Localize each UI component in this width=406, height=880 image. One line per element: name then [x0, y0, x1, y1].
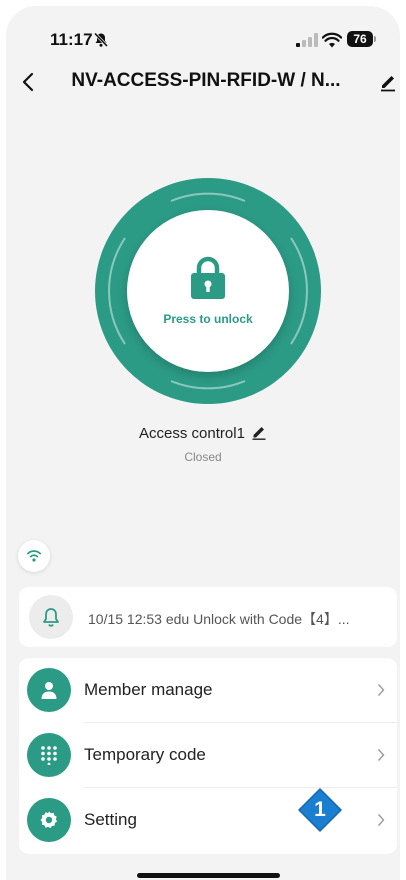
person-icon	[41, 682, 57, 699]
press-to-unlock-button[interactable]: Press to unlock	[127, 210, 289, 372]
device-name-row: Access control1	[6, 424, 400, 442]
step-number-badge: 1	[297, 787, 343, 833]
device-status: Closed	[184, 450, 222, 464]
page-title: NV-ACCESS-PIN-RFID-W / N...	[71, 70, 341, 91]
temporary-code-label: Temporary code	[84, 745, 206, 764]
bell-off-icon	[93, 32, 109, 48]
chevron-right-icon	[377, 749, 385, 761]
chevron-right-icon	[377, 814, 385, 826]
wifi-status-chip[interactable]	[18, 540, 50, 572]
home-indicator[interactable]	[137, 873, 280, 878]
latest-record-text: 10/15 12:53 edu Unlock with Code【4】...	[88, 611, 350, 627]
battery-nub	[374, 36, 376, 42]
record-bell-badge	[29, 595, 73, 639]
back-icon[interactable]	[20, 72, 36, 92]
wifi-icon	[322, 32, 342, 48]
chevron-right-icon	[377, 684, 385, 696]
edit-name-icon[interactable]	[251, 424, 267, 440]
edit-icon[interactable]	[378, 72, 398, 92]
unlock-record-card[interactable]: 10/15 12:53 edu Unlock with Code【4】...	[19, 587, 397, 647]
device-name: Access control1	[139, 425, 245, 442]
status-time: 11:17	[50, 30, 93, 49]
member-manage-label: Member manage	[84, 680, 213, 699]
press-to-unlock-label: Press to unlock	[163, 312, 253, 326]
temporary-code-item[interactable]: Temporary code	[19, 723, 397, 787]
gear-icon	[40, 811, 57, 828]
signal-icon	[296, 33, 318, 47]
keypad-icon	[41, 746, 57, 765]
step-number: 1	[314, 798, 326, 821]
bell-icon	[43, 608, 59, 627]
member-manage-item[interactable]: Member manage	[19, 658, 397, 722]
wifi-icon	[26, 550, 42, 562]
device-screen: 11:17 76 NV-ACCESS-PIN-RFID-W / N... Pre…	[6, 6, 400, 880]
unlock-dial: Press to unlock	[95, 178, 321, 404]
battery-level: 76	[347, 31, 373, 47]
member-manage-icon-badge	[27, 668, 71, 712]
temporary-code-icon-badge	[27, 733, 71, 777]
lock-icon	[191, 256, 225, 299]
setting-label: Setting	[84, 810, 137, 829]
setting-icon-badge	[27, 798, 71, 842]
